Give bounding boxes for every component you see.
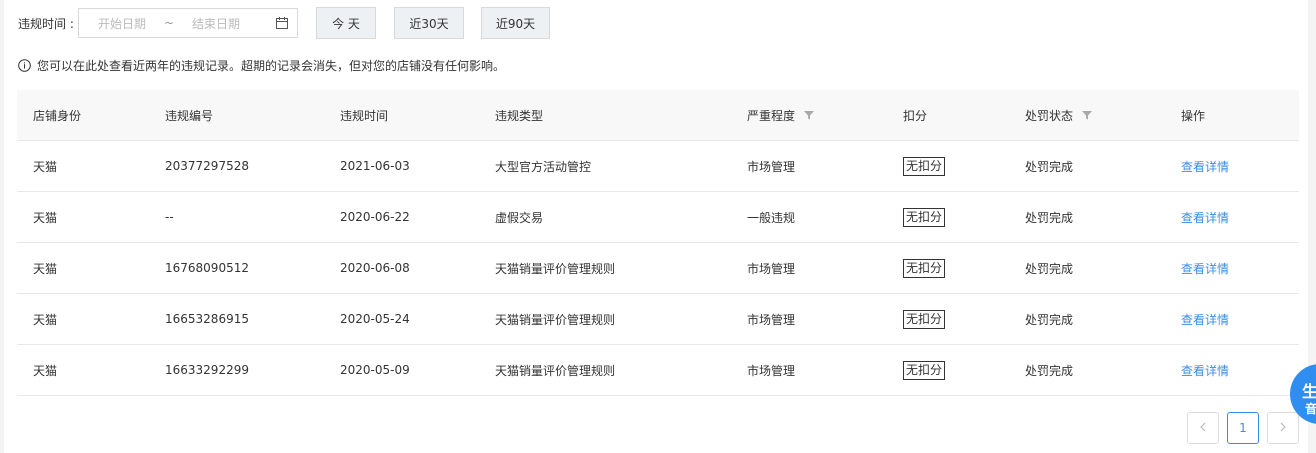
cell-violation-type: 天猫销量评价管理规则 xyxy=(495,261,616,276)
view-details-link[interactable]: 查看详情 xyxy=(1181,243,1229,293)
score-tag: 无扣分 xyxy=(903,258,946,278)
cell-violation-id: 20377297528 xyxy=(165,159,249,173)
score-tag: 无扣分 xyxy=(903,309,946,329)
cell-violation-time: 2020-06-22 xyxy=(340,210,410,224)
cell-violation-time: 2020-05-24 xyxy=(340,312,410,326)
end-date-input[interactable]: 结束日期 xyxy=(181,15,251,32)
cell-violation-time: 2020-06-08 xyxy=(340,261,410,275)
filter-label: 违规时间 : xyxy=(18,16,74,31)
start-date-input[interactable]: 开始日期 xyxy=(87,15,157,32)
cell-status: 处罚完成 xyxy=(1025,312,1074,327)
header-score: 扣分 xyxy=(903,108,928,123)
cell-violation-id: 16653286915 xyxy=(165,312,249,326)
score-tag: 无扣分 xyxy=(903,207,946,227)
notice-text: 您可以在此处查看近两年的违规记录。超期的记录会消失，但对您的店铺没有任何影响。 xyxy=(37,59,506,73)
view-details-link[interactable]: 查看详情 xyxy=(1181,345,1229,395)
cell-violation-type: 天猫销量评价管理规则 xyxy=(495,363,616,378)
violation-table: 店铺身份 违规编号 违规时间 违规类型 严重程度 扣分 处罚状态 操作 天猫 2… xyxy=(17,90,1299,396)
cell-severity: 市场管理 xyxy=(747,312,796,327)
table-row: 天猫 16768090512 2020-06-08 天猫销量评价管理规则 市场管… xyxy=(17,243,1299,294)
cell-violation-type: 大型官方活动管控 xyxy=(495,159,592,174)
cell-identity: 天猫 xyxy=(33,363,58,378)
violation-time-filter: 违规时间 : 开始日期 ~ 结束日期 xyxy=(18,7,298,39)
cell-score: 无扣分 xyxy=(903,294,946,344)
cell-score: 无扣分 xyxy=(903,345,946,395)
cell-severity: 市场管理 xyxy=(747,261,796,276)
next-page-button[interactable] xyxy=(1267,412,1299,444)
prev-page-button[interactable] xyxy=(1187,412,1219,444)
header-violation-id: 违规编号 xyxy=(165,108,214,123)
notice-bar: 您可以在此处查看近两年的违规记录。超期的记录会消失，但对您的店铺没有任何影响。 xyxy=(18,57,505,74)
cell-violation-id: -- xyxy=(165,210,174,224)
header-violation-time: 违规时间 xyxy=(340,108,389,123)
header-penalty-status-label: 处罚状态 xyxy=(1025,108,1074,123)
score-tag: 无扣分 xyxy=(903,360,946,380)
page-1-button[interactable]: 1 xyxy=(1227,412,1259,444)
cell-violation-id: 16768090512 xyxy=(165,261,249,275)
cell-severity: 市场管理 xyxy=(747,159,796,174)
cell-status: 处罚完成 xyxy=(1025,261,1074,276)
cell-identity: 天猫 xyxy=(33,159,58,174)
date-range-picker[interactable]: 开始日期 ~ 结束日期 xyxy=(78,8,298,38)
cell-identity: 天猫 xyxy=(33,210,58,225)
table-row: 天猫 -- 2020-06-22 虚假交易 一般违规 无扣分 处罚完成 查看详情 xyxy=(17,192,1299,243)
score-tag: 无扣分 xyxy=(903,156,946,176)
cell-violation-id: 16633292299 xyxy=(165,363,249,377)
table-header: 店铺身份 违规编号 违规时间 违规类型 严重程度 扣分 处罚状态 操作 xyxy=(17,90,1299,141)
cell-violation-time: 2021-06-03 xyxy=(340,159,410,173)
today-button[interactable]: 今 天 xyxy=(316,7,376,39)
cell-status: 处罚完成 xyxy=(1025,363,1074,378)
view-details-link[interactable]: 查看详情 xyxy=(1181,192,1229,242)
cell-violation-type: 虚假交易 xyxy=(495,210,544,225)
severity-filter-icon[interactable] xyxy=(804,110,815,120)
cell-severity: 市场管理 xyxy=(747,363,796,378)
header-violation-type: 违规类型 xyxy=(495,108,544,123)
float-badge-line2: 音 xyxy=(1305,402,1316,416)
cell-score: 无扣分 xyxy=(903,243,946,293)
status-filter-icon[interactable] xyxy=(1082,110,1093,120)
header-penalty-status: 处罚状态 xyxy=(1025,90,1093,140)
cell-score: 无扣分 xyxy=(903,192,946,242)
chevron-right-icon xyxy=(1279,421,1287,435)
calendar-icon[interactable] xyxy=(275,16,289,30)
cell-severity: 一般违规 xyxy=(747,210,796,225)
chevron-left-icon xyxy=(1199,421,1207,435)
cell-identity: 天猫 xyxy=(33,261,58,276)
last-30-days-button[interactable]: 近30天 xyxy=(394,7,464,39)
header-action: 操作 xyxy=(1181,108,1206,123)
view-details-link[interactable]: 查看详情 xyxy=(1181,294,1229,344)
cell-violation-time: 2020-05-09 xyxy=(340,363,410,377)
table-row: 天猫 16633292299 2020-05-09 天猫销量评价管理规则 市场管… xyxy=(17,345,1299,396)
cell-violation-type: 天猫销量评价管理规则 xyxy=(495,312,616,327)
cell-identity: 天猫 xyxy=(33,312,58,327)
table-row: 天猫 16653286915 2020-05-24 天猫销量评价管理规则 市场管… xyxy=(17,294,1299,345)
cell-status: 处罚完成 xyxy=(1025,159,1074,174)
page-left-edge xyxy=(0,0,4,453)
view-details-link[interactable]: 查看详情 xyxy=(1181,141,1229,191)
last-90-days-button[interactable]: 近90天 xyxy=(481,7,550,39)
date-separator: ~ xyxy=(163,16,175,30)
header-severity-label: 严重程度 xyxy=(747,108,796,123)
info-icon xyxy=(18,59,31,72)
cell-score: 无扣分 xyxy=(903,141,946,191)
cell-status: 处罚完成 xyxy=(1025,210,1074,225)
header-store-identity: 店铺身份 xyxy=(33,108,82,123)
table-row: 天猫 20377297528 2021-06-03 大型官方活动管控 市场管理 … xyxy=(17,141,1299,192)
float-badge-line1: 生 xyxy=(1302,382,1316,401)
header-severity: 严重程度 xyxy=(747,90,815,140)
